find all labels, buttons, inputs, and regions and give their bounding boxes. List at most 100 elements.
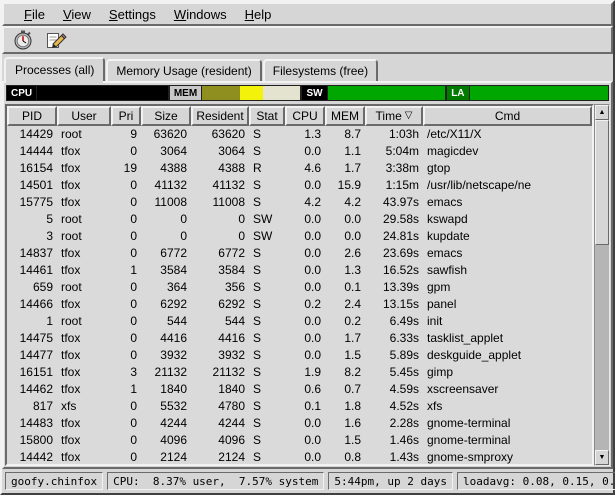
scroll-down-button[interactable]: ▼ [595, 450, 609, 465]
column-header-cmd[interactable]: Cmd [423, 106, 592, 126]
cell-mem: 8.7 [325, 126, 365, 143]
menubar: FileViewSettingsWindowsHelp [2, 2, 613, 26]
menu-item-help[interactable]: Help [237, 6, 280, 23]
cell-pri: 0 [111, 313, 141, 330]
process-row[interactable]: 5root000SW0.00.029.58skswapd [7, 211, 592, 228]
tab-memory-usage-resident[interactable]: Memory Usage (resident) [106, 59, 261, 81]
process-row[interactable]: 14442tfox021242124S0.00.81.43sgnome-smpr… [7, 449, 592, 464]
cell-stat: S [249, 245, 285, 262]
column-header-time[interactable]: Time▽ [365, 106, 423, 126]
tab-filesystems-free[interactable]: Filesystems (free) [263, 59, 378, 81]
notebook-page: CPUMEMSWLA PIDUserPriSizeResidentStatCPU… [2, 81, 613, 469]
cell-cpu: 0.0 [285, 313, 325, 330]
cell-pri: 0 [111, 398, 141, 415]
column-header-resident[interactable]: Resident [191, 106, 249, 126]
process-row[interactable]: 14483tfox042444244S0.01.62.28sgnome-term… [7, 415, 592, 432]
process-row[interactable]: 659root0364356S0.00.113.39sgpm [7, 279, 592, 296]
cell-pid: 659 [7, 279, 57, 296]
cell-size: 3584 [141, 262, 191, 279]
cell-mem: 1.8 [325, 398, 365, 415]
cell-cmd: panel [423, 296, 592, 313]
process-row[interactable]: 15775tfox01100811008S4.24.243.97semacs [7, 194, 592, 211]
process-row[interactable]: 16151tfox32113221132S1.98.25.45sgimp [7, 364, 592, 381]
menu-item-windows[interactable]: Windows [166, 6, 235, 23]
cell-size: 0 [141, 211, 191, 228]
la-meter-segment [470, 86, 608, 100]
cell-resident: 41132 [191, 177, 249, 194]
cell-time: 6.33s [365, 330, 423, 347]
cell-cpu: 0.0 [285, 245, 325, 262]
cell-cpu: 0.0 [285, 177, 325, 194]
cell-user: tfox [57, 432, 111, 449]
cell-mem: 1.7 [325, 330, 365, 347]
cell-user: tfox [57, 381, 111, 398]
cell-cpu: 0.0 [285, 330, 325, 347]
cell-pid: 15800 [7, 432, 57, 449]
cell-size: 4244 [141, 415, 191, 432]
cell-cpu: 4.2 [285, 194, 325, 211]
toolbar-button-1[interactable] [9, 28, 37, 52]
process-row[interactable]: 14429root96362063620S1.38.71:03h/etc/X11… [7, 126, 592, 143]
process-row[interactable]: 817xfs055324780S0.11.84.52sxfs [7, 398, 592, 415]
column-header-pri[interactable]: Pri [111, 106, 141, 126]
process-row[interactable]: 3root000SW0.00.024.81skupdate [7, 228, 592, 245]
cell-time: 2.28s [365, 415, 423, 432]
column-header-stat[interactable]: Stat [249, 106, 285, 126]
cell-cpu: 0.0 [285, 415, 325, 432]
process-row[interactable]: 14462tfox118401840S0.60.74.59sxscreensav… [7, 381, 592, 398]
cell-stat: S [249, 279, 285, 296]
cell-stat: S [249, 398, 285, 415]
cell-pri: 0 [111, 415, 141, 432]
cell-cmd: gnome-terminal [423, 432, 592, 449]
cell-mem: 1.3 [325, 262, 365, 279]
cell-pri: 0 [111, 177, 141, 194]
process-row[interactable]: 15800tfox040964096S0.01.51.46sgnome-term… [7, 432, 592, 449]
menu-item-settings[interactable]: Settings [101, 6, 164, 23]
cell-cpu: 0.0 [285, 279, 325, 296]
process-row[interactable]: 14466tfox062926292S0.22.413.15spanel [7, 296, 592, 313]
cell-size: 63620 [141, 126, 191, 143]
process-row[interactable]: 1root0544544S0.00.26.49sinit [7, 313, 592, 330]
process-list: PIDUserPriSizeResidentStatCPUMEMTime▽Cmd… [5, 104, 594, 466]
process-row[interactable]: 16154tfox1943884388R4.61.73:38mgtop [7, 160, 592, 177]
scroll-trough[interactable] [595, 120, 609, 450]
cell-mem: 0.1 [325, 279, 365, 296]
cell-pid: 15775 [7, 194, 57, 211]
process-row[interactable]: 14837tfox067726772S0.02.623.69semacs [7, 245, 592, 262]
cpu-meter-graph [36, 85, 169, 101]
column-header-user[interactable]: User [57, 106, 111, 126]
cell-cpu: 0.0 [285, 211, 325, 228]
scroll-thumb[interactable] [595, 120, 609, 245]
process-row[interactable]: 14444tfox030643064S0.01.15:04mmagicdev [7, 143, 592, 160]
cell-mem: 8.2 [325, 364, 365, 381]
toolbar-button-2[interactable] [42, 28, 70, 52]
scroll-up-button[interactable]: ▲ [595, 105, 609, 120]
process-row[interactable]: 14461tfox135843584S0.01.316.52ssawfish [7, 262, 592, 279]
cell-resident: 4096 [191, 432, 249, 449]
mem-meter: MEM [169, 85, 302, 101]
cell-stat: S [249, 415, 285, 432]
cell-mem: 15.9 [325, 177, 365, 194]
cell-time: 4.59s [365, 381, 423, 398]
cell-time: 6.49s [365, 313, 423, 330]
menu-item-file[interactable]: File [16, 6, 53, 23]
menu-item-view[interactable]: View [55, 6, 99, 23]
process-row[interactable]: 14477tfox039323932S0.01.55.89sdeskguide_… [7, 347, 592, 364]
cell-user: tfox [57, 330, 111, 347]
column-header-pid[interactable]: PID [7, 106, 57, 126]
tab-processes-all[interactable]: Processes (all) [4, 57, 105, 81]
column-header-size[interactable]: Size [141, 106, 191, 126]
column-header-cpu[interactable]: CPU [285, 106, 325, 126]
cell-pid: 14466 [7, 296, 57, 313]
cell-user: tfox [57, 347, 111, 364]
vertical-scrollbar[interactable]: ▲ ▼ [594, 104, 610, 466]
cell-user: tfox [57, 296, 111, 313]
process-row[interactable]: 14501tfox04113241132S0.015.91:15m/usr/li… [7, 177, 592, 194]
process-row[interactable]: 14475tfox044164416S0.01.76.33stasklist_a… [7, 330, 592, 347]
column-header-mem[interactable]: MEM [325, 106, 365, 126]
cell-stat: S [249, 381, 285, 398]
cell-pri: 1 [111, 262, 141, 279]
cell-pid: 5 [7, 211, 57, 228]
cell-pid: 1 [7, 313, 57, 330]
cell-user: tfox [57, 245, 111, 262]
